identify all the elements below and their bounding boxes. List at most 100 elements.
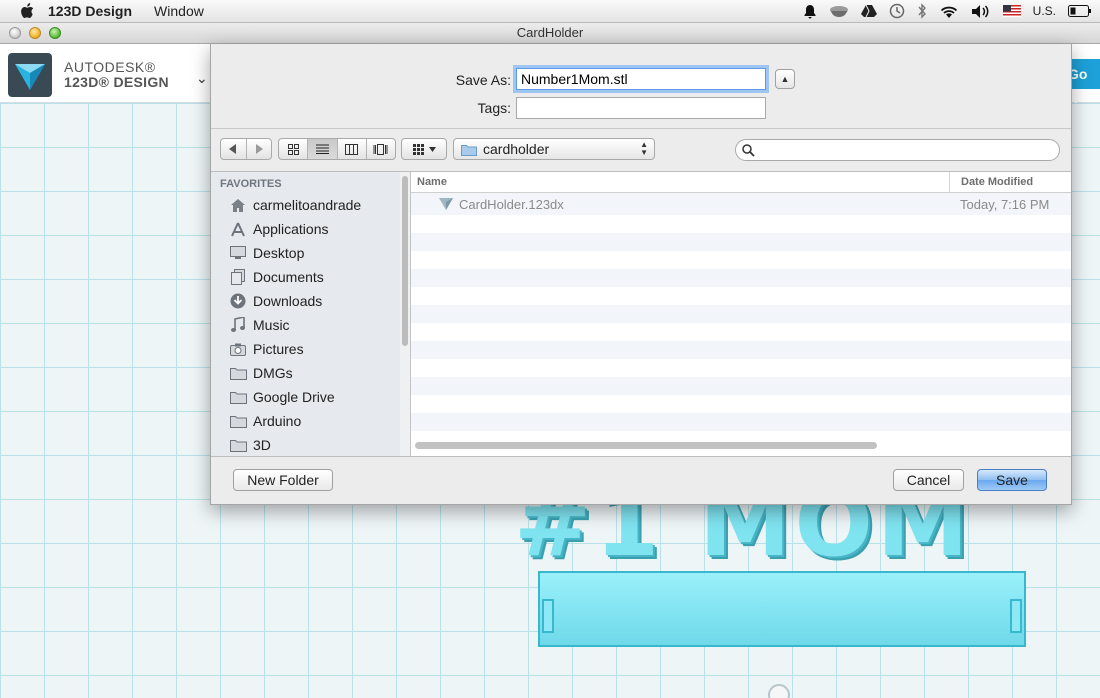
close-window-button[interactable] (9, 27, 21, 39)
file-row[interactable]: CardHolder.123dx Today, 7:16 PM (411, 193, 1071, 215)
sidebar-item-pictures[interactable]: Pictures (211, 337, 401, 361)
menu-bar: 123D Design Window U.S. (0, 0, 1100, 23)
file-list: Name Date Modified CardHolder.123dx Toda… (411, 172, 1071, 456)
sidebar-item-google-drive[interactable]: Google Drive (211, 385, 401, 409)
bowl-icon[interactable] (829, 4, 849, 18)
tags-input[interactable] (516, 97, 766, 119)
123d-logo-icon[interactable] (8, 53, 52, 97)
sidebar-item-downloads[interactable]: Downloads (211, 289, 401, 313)
cover-flow-icon (373, 143, 388, 155)
time-machine-icon[interactable] (889, 3, 905, 19)
minimize-window-button[interactable] (29, 27, 41, 39)
sidebar-scroll-thumb[interactable] (402, 176, 408, 346)
folder-icon (229, 437, 247, 453)
divider (211, 128, 1071, 129)
location-popup[interactable]: cardholder ▲ ▼ (453, 138, 655, 160)
brand-product: 123D® DESIGN (64, 74, 169, 90)
downloads-icon (229, 293, 247, 309)
list-row (411, 287, 1071, 305)
save-as-input[interactable] (516, 68, 766, 90)
list-row (411, 377, 1071, 395)
viewcube-home-icon[interactable] (768, 684, 790, 698)
icon-grid-icon (287, 143, 299, 155)
123d-file-icon (439, 198, 453, 210)
sidebar-item-label: Pictures (253, 341, 304, 357)
us-flag-icon[interactable] (1002, 5, 1021, 17)
home-icon (229, 197, 247, 213)
sidebar-item-label: Music (253, 317, 290, 333)
list-lines-icon (315, 144, 329, 154)
arrange-control (402, 139, 446, 159)
sidebar-item-label: Arduino (253, 413, 302, 429)
battery-icon[interactable] (1068, 5, 1092, 17)
sidebar-item-documents[interactable]: Documents (211, 265, 401, 289)
forward-button[interactable] (247, 139, 271, 159)
sidebar-item-arduino[interactable]: Arduino (211, 409, 401, 433)
drive-icon[interactable] (860, 4, 877, 18)
chevron-left-icon (229, 144, 237, 154)
arrange-grid-icon (412, 143, 424, 155)
arrange-menu-button[interactable] (401, 138, 447, 160)
volume-icon[interactable] (971, 4, 991, 19)
zoom-window-button[interactable] (49, 27, 61, 39)
sidebar-item-label: carmelitoandrade (253, 197, 362, 213)
apple-icon[interactable] (20, 3, 34, 19)
location-label: cardholder (483, 141, 550, 157)
cover-flow-button[interactable] (367, 139, 395, 159)
up-down-arrows-icon: ▲ ▼ (640, 140, 648, 157)
chevron-right-icon (255, 144, 263, 154)
horizontal-scrollbar[interactable] (415, 442, 877, 449)
expand-dialog-button[interactable]: ▲ (775, 69, 795, 89)
window-titlebar: CardHolder (0, 23, 1100, 44)
column-view-button[interactable] (338, 139, 367, 159)
sidebar-item-applications[interactable]: Applications (211, 217, 401, 241)
window-title: CardHolder (516, 25, 584, 40)
app-menu-chevron-icon[interactable]: ⌄ (196, 70, 208, 87)
folder-icon (461, 144, 477, 156)
search-field[interactable] (735, 139, 1060, 161)
sidebar-item-desktop[interactable]: Desktop (211, 241, 401, 265)
documents-icon (229, 269, 247, 285)
history-nav (220, 138, 272, 160)
list-view-button[interactable] (308, 139, 338, 159)
name-column-header[interactable]: Name (417, 176, 447, 188)
bluetooth-icon[interactable] (917, 3, 927, 19)
input-source[interactable]: U.S. (1033, 4, 1056, 18)
triangle-up-icon: ▲ (780, 74, 790, 84)
window-menu[interactable]: Window (154, 3, 204, 19)
save-dialog: Save As: ▲ Tags: (210, 44, 1072, 505)
save-button[interactable]: Save (977, 469, 1047, 491)
wifi-icon[interactable] (939, 4, 959, 19)
cancel-button[interactable]: Cancel (893, 469, 964, 491)
date-modified-column-header[interactable]: Date Modified (949, 172, 1033, 192)
sidebar-item-music[interactable]: Music (211, 313, 401, 337)
tags-label: Tags: (477, 100, 511, 116)
sidebar-item-home[interactable]: carmelitoandrade (211, 193, 401, 217)
list-row (411, 233, 1071, 251)
columns-icon (345, 143, 359, 155)
sidebar-item-label: Applications (253, 221, 329, 237)
model-base-notch (1010, 599, 1022, 633)
back-button[interactable] (221, 139, 247, 159)
sidebar-item-dmgs[interactable]: DMGs (211, 361, 401, 385)
sidebar-item-label: Downloads (253, 293, 323, 309)
new-folder-button[interactable]: New Folder (233, 469, 333, 491)
sidebar-item-3d[interactable]: 3D (211, 433, 401, 456)
view-mode-switcher (278, 138, 396, 160)
sidebar-scrollbar[interactable] (400, 172, 410, 456)
column-header-row: Name Date Modified (411, 172, 1071, 193)
file-browser: FAVORITES carmelitoandrade Applications … (211, 171, 1071, 457)
music-icon (229, 317, 247, 333)
applications-icon (229, 221, 247, 237)
list-row (411, 359, 1071, 377)
list-row (411, 395, 1071, 413)
model-base[interactable] (538, 571, 1026, 647)
sidebar-item-label: Desktop (253, 245, 305, 261)
notification-bell-icon[interactable] (803, 4, 817, 19)
search-icon (742, 144, 755, 157)
app-menu[interactable]: 123D Design (48, 3, 132, 19)
search-input[interactable] (760, 142, 1054, 160)
camera-icon (229, 341, 247, 357)
icon-view-button[interactable] (279, 139, 309, 159)
sidebar-item-label: Documents (253, 269, 324, 285)
